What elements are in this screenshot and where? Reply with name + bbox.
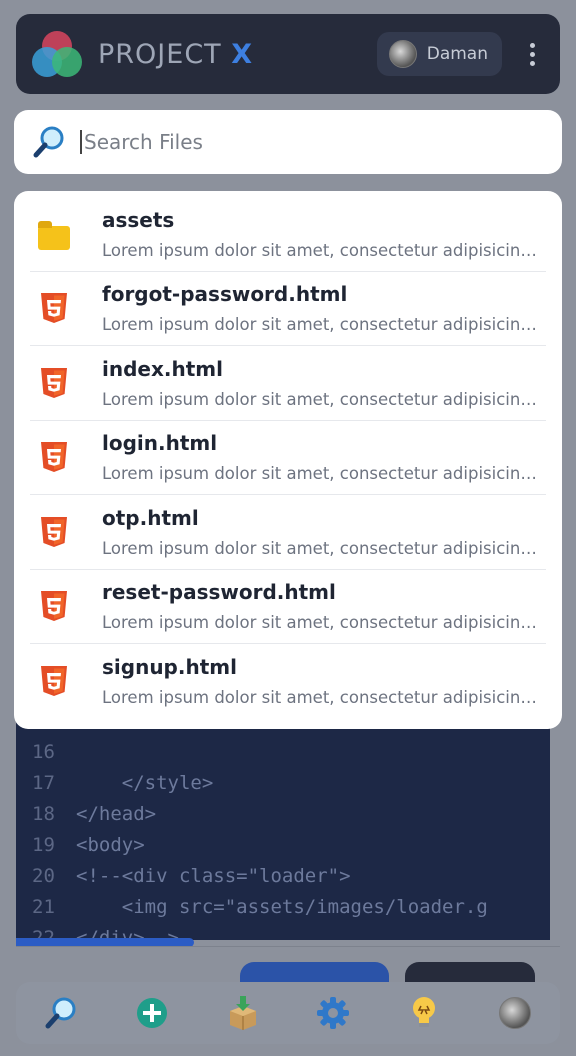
html5-icon — [38, 367, 70, 399]
code-text: <!--<div class="loader"> — [76, 864, 351, 887]
code-line: 18 </head> — [16, 798, 156, 829]
code-text: </style> — [76, 771, 214, 794]
user-name: Daman — [426, 44, 488, 64]
file-description: Lorem ipsum dolor sit amet, consectetur … — [102, 464, 542, 484]
file-name: assets — [102, 207, 175, 232]
list-item[interactable]: assets Lorem ipsum dolor sit amet, conse… — [30, 197, 546, 272]
html5-icon — [38, 292, 70, 324]
gear-icon — [317, 997, 350, 1029]
file-name: reset-password.html — [102, 580, 336, 605]
code-line: 17 </style> — [16, 767, 213, 798]
folder-icon — [38, 220, 70, 250]
html5-icon — [38, 516, 70, 548]
line-number: 20 — [32, 864, 55, 887]
line-number: 17 — [32, 771, 55, 794]
code-line: 20 <!--<div class="loader"> — [16, 860, 351, 891]
list-item[interactable]: forgot-password.html Lorem ipsum dolor s… — [30, 272, 546, 346]
list-item[interactable]: otp.html Lorem ipsum dolor sit amet, con… — [30, 495, 546, 570]
file-name: otp.html — [102, 505, 199, 530]
lightbulb-icon — [412, 997, 435, 1027]
search-results-dropdown: assets Lorem ipsum dolor sit amet, conse… — [14, 191, 562, 729]
file-description: Lorem ipsum dolor sit amet, consectetur … — [102, 389, 542, 409]
file-description: Lorem ipsum dolor sit amet, consectetur … — [102, 688, 542, 708]
code-editor[interactable]: 16 17 </style> 18 </head> 19 <body> 20 <!--… — [16, 700, 550, 940]
nav-add-button[interactable] — [130, 991, 174, 1035]
nav-tips-button[interactable] — [402, 991, 446, 1035]
app-logo — [32, 29, 82, 79]
list-item[interactable]: reset-password.html Lorem ipsum dolor si… — [30, 570, 546, 644]
nav-settings-button[interactable] — [311, 991, 355, 1035]
code-text: <img src="assets/images/loader.g — [76, 895, 488, 918]
user-chip[interactable]: Daman — [376, 32, 502, 76]
search-bar[interactable] — [14, 110, 562, 174]
plus-circle-icon — [136, 998, 167, 1028]
file-name: signup.html — [102, 655, 237, 680]
file-name: forgot-password.html — [102, 282, 348, 307]
file-description: Lorem ipsum dolor sit amet, consectetur … — [102, 240, 542, 260]
avatar — [498, 997, 531, 1029]
app-header: PROJECT X Daman — [16, 14, 560, 94]
file-name: login.html — [102, 431, 218, 456]
list-item[interactable]: login.html Lorem ipsum dolor sit amet, c… — [30, 421, 546, 495]
list-item[interactable]: index.html Lorem ipsum dolor sit amet, c… — [30, 346, 546, 421]
code-text: <body> — [76, 833, 145, 856]
brand-title: PROJECT X — [98, 39, 253, 70]
nav-search-button[interactable] — [39, 991, 83, 1035]
nav-download-button[interactable] — [221, 991, 265, 1035]
line-number: 16 — [32, 740, 55, 763]
nav-profile-button[interactable] — [493, 991, 537, 1035]
file-description: Lorem ipsum dolor sit amet, consectetur … — [102, 315, 542, 335]
download-box-icon — [229, 996, 256, 1030]
list-item[interactable]: signup.html Lorem ipsum dolor sit amet, … — [30, 644, 546, 719]
html5-icon — [38, 665, 70, 697]
html5-icon — [38, 590, 70, 622]
brand-text: PROJECT — [98, 38, 222, 70]
line-number: 21 — [32, 895, 55, 918]
file-description: Lorem ipsum dolor sit amet, consectetur … — [102, 538, 542, 558]
file-name: index.html — [102, 356, 223, 381]
more-menu-icon[interactable] — [520, 39, 544, 69]
search-input[interactable] — [80, 130, 520, 154]
code-line: 19 <body> — [16, 829, 145, 860]
search-icon — [33, 126, 64, 158]
line-number: 19 — [32, 833, 55, 856]
code-line: 21 <img src="assets/images/loader.g — [16, 891, 488, 922]
code-line: 16 — [16, 736, 76, 767]
file-description: Lorem ipsum dolor sit amet, consectetur … — [102, 613, 542, 633]
bottom-nav — [16, 982, 560, 1044]
divider — [16, 946, 560, 947]
avatar — [388, 40, 417, 68]
line-number: 18 — [32, 802, 55, 825]
brand-accent: X — [231, 38, 254, 70]
code-text: </head> — [76, 802, 157, 825]
html5-icon — [38, 441, 70, 473]
search-icon — [45, 997, 76, 1029]
